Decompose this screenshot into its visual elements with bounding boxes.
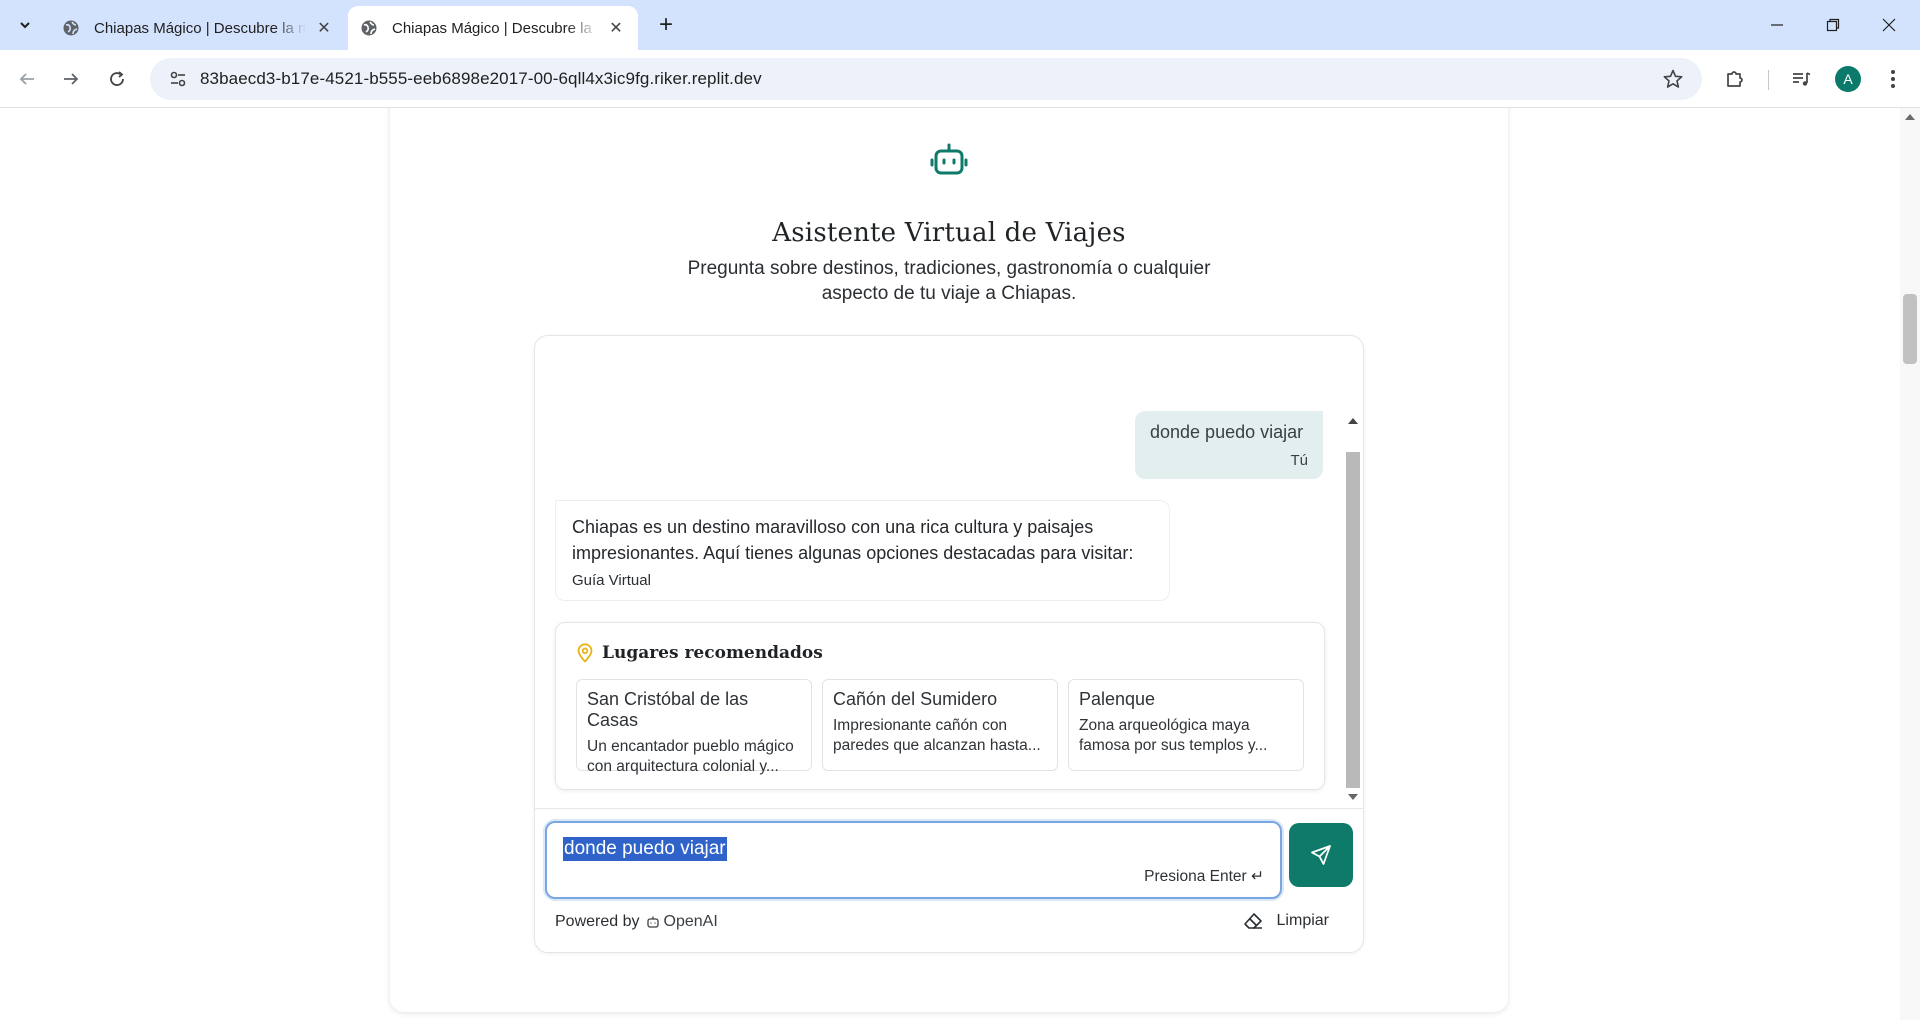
restore-icon (1826, 18, 1840, 32)
page-viewport: Asistente Virtual de Viajes Pregunta sob… (0, 108, 1900, 1020)
brand-name: OpenAI (663, 913, 718, 930)
minimize-icon (1771, 24, 1783, 26)
page-title: Asistente Virtual de Viajes (772, 218, 1126, 248)
place-name: San Cristóbal de las Casas (587, 689, 749, 730)
message-text: donde puedo viajar (1150, 422, 1304, 442)
powered-by-label: Powered by (555, 913, 640, 930)
more-vert-icon (1891, 70, 1895, 88)
close-icon[interactable]: ✕ (606, 18, 626, 38)
chat-scrollbar[interactable] (1345, 412, 1361, 806)
robot-icon (930, 143, 968, 175)
media-controls-button[interactable] (1786, 64, 1816, 94)
avatar: A (1835, 66, 1861, 92)
close-window-button[interactable] (1866, 10, 1912, 40)
arrow-left-icon (19, 73, 34, 85)
place-name: Cañón del Sumidero (833, 689, 998, 709)
toolbar-divider (1768, 70, 1769, 90)
tab-title: Chiapas Mágico | Descubre la magia de Ch… (94, 19, 306, 37)
recommended-places-card: Lugares recomendados San Cristóbal de la… (555, 622, 1325, 790)
place-name: Palenque (1079, 689, 1156, 709)
tab-search-button[interactable] (10, 12, 40, 38)
close-icon[interactable]: ✕ (314, 18, 334, 38)
brand: OpenAI (646, 913, 718, 931)
recommended-places-title: Lugares recomendados (602, 643, 823, 663)
place-description: Un encantador pueblo mágico con arquitec… (587, 738, 794, 775)
page-scroll-thumb[interactable] (1903, 294, 1917, 364)
chat-widget: donde puedo viajar Tú Chiapas es un dest… (534, 335, 1364, 953)
new-tab-button[interactable]: + (652, 12, 680, 40)
globe-icon (361, 20, 377, 36)
tab-active[interactable]: Chiapas Mágico | Descubre la magia de Ch… (348, 6, 638, 50)
reload-icon (110, 71, 124, 86)
place-description: Impresionante cañón con paredes que alca… (833, 717, 1041, 754)
site-info-button[interactable] (156, 69, 200, 89)
place-description: Zona arqueológica maya famosa por sus te… (1079, 717, 1268, 754)
recommended-places-header: Lugares recomendados (576, 643, 823, 663)
globe-icon (63, 20, 79, 36)
page-scrollbar[interactable] (1900, 108, 1920, 1020)
chat-scroll-thumb[interactable] (1346, 452, 1360, 788)
scroll-up-arrow[interactable] (1905, 114, 1915, 120)
enter-hint: Presiona Enter ↵ (1144, 868, 1264, 885)
message-composer: donde puedo viajar Presiona Enter ↵ Powe… (535, 808, 1363, 952)
extensions-button[interactable] (1720, 64, 1750, 94)
send-button[interactable] (1289, 823, 1353, 887)
message-sender: Guía Virtual (572, 572, 651, 589)
chevron-down-icon (20, 22, 30, 29)
message-text: Chiapas es un destino maravilloso con un… (572, 517, 1134, 563)
forward-button[interactable] (56, 64, 86, 94)
scroll-up-arrow[interactable] (1348, 418, 1358, 424)
bookmark-button[interactable] (1662, 68, 1684, 95)
place-card[interactable]: San Cristóbal de las Casas Un encantador… (576, 679, 812, 775)
reload-button[interactable] (102, 64, 132, 94)
clear-chat-button[interactable]: Limpiar (1243, 909, 1329, 933)
browser-menu-button[interactable] (1878, 64, 1908, 94)
scroll-down-arrow[interactable] (1348, 794, 1358, 800)
browser-toolbar: 83baecd3-b17e-4521-b555-eeb6898e2017-00-… (0, 50, 1920, 108)
tune-icon (170, 71, 186, 87)
page-subtitle: Pregunta sobre destinos, tradiciones, ga… (687, 258, 1211, 304)
minimize-button[interactable] (1754, 10, 1800, 40)
place-card[interactable]: Cañón del Sumidero Impresionante cañón c… (822, 679, 1058, 771)
message-sender: Tú (1290, 452, 1308, 469)
send-icon (1311, 845, 1331, 865)
assistant-message: Chiapas es un destino maravilloso con un… (555, 500, 1170, 601)
message-list[interactable]: donde puedo viajar Tú Chiapas es un dest… (535, 336, 1363, 808)
profile-button[interactable]: A (1833, 64, 1863, 94)
user-message: donde puedo viajar Tú (1135, 411, 1323, 479)
tab-title: Chiapas Mágico | Descubre la magia de Ch… (392, 19, 598, 37)
message-input[interactable]: donde puedo viajar Presiona Enter ↵ (545, 821, 1282, 899)
playlist-icon (1793, 72, 1811, 86)
powered-by: Powered by OpenAI (555, 913, 718, 931)
puzzle-icon (1727, 71, 1743, 87)
openai-icon (646, 916, 659, 928)
eraser-icon (1243, 913, 1262, 929)
arrow-right-icon (64, 73, 79, 85)
clear-chat-label: Limpiar (1276, 912, 1329, 929)
url-text[interactable]: 83baecd3-b17e-4521-b555-eeb6898e2017-00-… (200, 69, 762, 89)
restore-button[interactable] (1810, 10, 1856, 40)
close-icon (1882, 18, 1896, 32)
address-bar[interactable]: 83baecd3-b17e-4521-b555-eeb6898e2017-00-… (150, 58, 1702, 100)
message-input-value[interactable]: donde puedo viajar (563, 837, 727, 861)
place-card[interactable]: Palenque Zona arqueológica maya famosa p… (1068, 679, 1304, 771)
back-button[interactable] (12, 64, 42, 94)
tab-inactive[interactable]: Chiapas Mágico | Descubre la magia de Ch… (50, 6, 346, 50)
browser-tab-strip: Chiapas Mágico | Descubre la magia de Ch… (0, 0, 1920, 50)
assistant-section: Asistente Virtual de Viajes Pregunta sob… (390, 108, 1508, 1012)
map-pin-icon (577, 643, 593, 663)
star-icon (1663, 69, 1683, 88)
